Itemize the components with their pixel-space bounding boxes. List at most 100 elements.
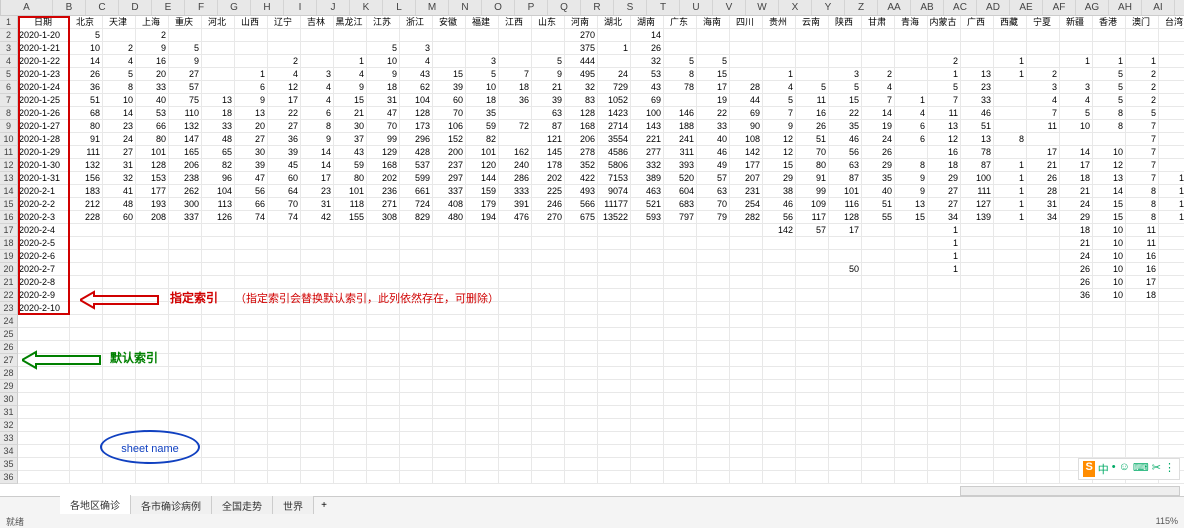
- cell[interactable]: 2020-1-31: [18, 172, 70, 185]
- cell[interactable]: 重庆: [169, 16, 202, 29]
- cell[interactable]: [862, 263, 895, 276]
- cell[interactable]: [433, 341, 466, 354]
- cell[interactable]: 天津: [103, 16, 136, 29]
- cell[interactable]: 101: [466, 146, 499, 159]
- cell[interactable]: 277: [631, 146, 664, 159]
- cell[interactable]: [400, 445, 433, 458]
- cell[interactable]: [1027, 328, 1060, 341]
- cell[interactable]: 5: [796, 81, 829, 94]
- cell[interactable]: [466, 393, 499, 406]
- cell[interactable]: [1027, 341, 1060, 354]
- cell[interactable]: 48: [103, 198, 136, 211]
- cell[interactable]: 46: [697, 146, 730, 159]
- cell[interactable]: [499, 224, 532, 237]
- cell[interactable]: [1027, 224, 1060, 237]
- cell[interactable]: [598, 393, 631, 406]
- cell[interactable]: [499, 380, 532, 393]
- cell[interactable]: 128: [565, 107, 598, 120]
- cell[interactable]: [994, 393, 1027, 406]
- cell[interactable]: [1027, 276, 1060, 289]
- cell[interactable]: [994, 237, 1027, 250]
- cell[interactable]: [235, 237, 268, 250]
- cell[interactable]: [400, 471, 433, 484]
- cell[interactable]: 69: [631, 94, 664, 107]
- cell[interactable]: [169, 250, 202, 263]
- cell[interactable]: 44: [730, 94, 763, 107]
- cell[interactable]: [697, 354, 730, 367]
- cell[interactable]: [103, 406, 136, 419]
- cell[interactable]: 78: [664, 81, 697, 94]
- cell[interactable]: [466, 263, 499, 276]
- cell[interactable]: 5: [664, 55, 697, 68]
- cell[interactable]: 2020-1-25: [18, 94, 70, 107]
- cell[interactable]: [202, 406, 235, 419]
- cell[interactable]: [70, 276, 103, 289]
- cell[interactable]: [895, 29, 928, 42]
- cell[interactable]: 10: [1093, 146, 1126, 159]
- cell[interactable]: 7: [1126, 120, 1159, 133]
- cell[interactable]: 59: [466, 120, 499, 133]
- cell[interactable]: [862, 471, 895, 484]
- cell[interactable]: [829, 458, 862, 471]
- cell[interactable]: [301, 328, 334, 341]
- sheet-tab-3[interactable]: 世界: [273, 496, 314, 515]
- cell[interactable]: [1027, 406, 1060, 419]
- cell[interactable]: [301, 445, 334, 458]
- cell[interactable]: [994, 29, 1027, 42]
- cell[interactable]: 4: [862, 81, 895, 94]
- cell[interactable]: 126: [202, 211, 235, 224]
- cell[interactable]: 162: [499, 146, 532, 159]
- cell[interactable]: [961, 55, 994, 68]
- cell[interactable]: 127: [961, 198, 994, 211]
- cell[interactable]: [1027, 289, 1060, 302]
- cell[interactable]: [1159, 29, 1184, 42]
- cell[interactable]: 521: [631, 198, 664, 211]
- cell[interactable]: [367, 250, 400, 263]
- cell[interactable]: 21: [1027, 159, 1060, 172]
- cell[interactable]: 183: [70, 185, 103, 198]
- cell[interactable]: [70, 406, 103, 419]
- cell[interactable]: [235, 445, 268, 458]
- cell[interactable]: 9: [235, 94, 268, 107]
- row-header[interactable]: 20: [0, 263, 18, 276]
- cell[interactable]: 463: [631, 185, 664, 198]
- cell[interactable]: [367, 354, 400, 367]
- cell[interactable]: 4: [1060, 94, 1093, 107]
- cell[interactable]: [763, 354, 796, 367]
- cell[interactable]: 207: [730, 172, 763, 185]
- cell[interactable]: [367, 471, 400, 484]
- cell[interactable]: [103, 224, 136, 237]
- cell[interactable]: [730, 445, 763, 458]
- cell[interactable]: [961, 289, 994, 302]
- cell[interactable]: 15: [433, 68, 466, 81]
- cell[interactable]: [730, 315, 763, 328]
- cell[interactable]: 8: [1126, 185, 1159, 198]
- cell[interactable]: 36: [268, 133, 301, 146]
- cell[interactable]: [862, 354, 895, 367]
- cell[interactable]: [763, 328, 796, 341]
- cell[interactable]: [697, 250, 730, 263]
- cell[interactable]: 5: [928, 81, 961, 94]
- cell[interactable]: [928, 445, 961, 458]
- cell[interactable]: 53: [631, 68, 664, 81]
- cell[interactable]: [268, 367, 301, 380]
- cell[interactable]: 5: [466, 68, 499, 81]
- cell[interactable]: 39: [433, 81, 466, 94]
- cell[interactable]: 178: [532, 159, 565, 172]
- cell[interactable]: 4: [301, 81, 334, 94]
- cell[interactable]: 99: [367, 133, 400, 146]
- cell[interactable]: [1126, 42, 1159, 55]
- cell[interactable]: [301, 380, 334, 393]
- cell[interactable]: [103, 393, 136, 406]
- cell[interactable]: [499, 393, 532, 406]
- cell[interactable]: [1159, 315, 1184, 328]
- cell[interactable]: [334, 445, 367, 458]
- cell[interactable]: [598, 263, 631, 276]
- cell[interactable]: [1126, 445, 1159, 458]
- cell[interactable]: 270: [565, 29, 598, 42]
- cell[interactable]: [499, 354, 532, 367]
- cell[interactable]: 193: [136, 198, 169, 211]
- row-header[interactable]: 25: [0, 328, 18, 341]
- cell[interactable]: 18: [202, 107, 235, 120]
- cell[interactable]: [631, 289, 664, 302]
